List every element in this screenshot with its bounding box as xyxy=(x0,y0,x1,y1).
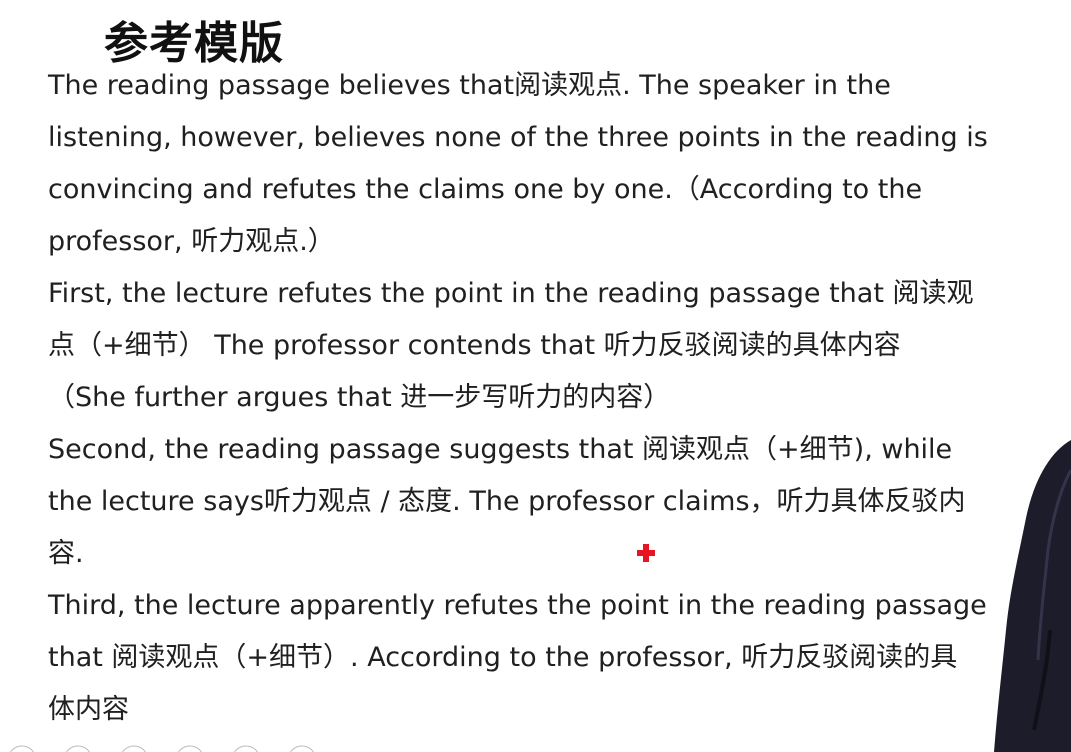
body-line: 点（+细节） The professor contends that 听力反驳阅… xyxy=(48,330,901,361)
bottom-decoration xyxy=(9,745,315,752)
body-line: First, the lecture refutes the point in … xyxy=(48,278,974,309)
slide: 参考模版 The reading passage believes that阅读… xyxy=(0,0,1071,752)
laser-pointer-icon xyxy=(637,544,655,562)
body-line: Third, the lecture apparently refutes th… xyxy=(48,590,987,621)
body-line: convincing and refutes the claims one by… xyxy=(48,174,923,205)
body-line: professor, 听力观点.） xyxy=(48,226,335,257)
body-line: 体内容 xyxy=(48,694,129,725)
slide-body: The reading passage believes that阅读观点. T… xyxy=(48,60,1008,736)
body-line: 容. xyxy=(48,538,84,569)
body-line: （She further argues that 进一步写听力的内容） xyxy=(48,382,671,413)
body-line: Second, the reading passage suggests tha… xyxy=(48,434,953,465)
presenter-figure xyxy=(994,440,1071,752)
body-line: listening, however, believes none of the… xyxy=(48,122,988,153)
body-line: that 阅读观点（+细节）. According to the profess… xyxy=(48,642,958,673)
body-line: The reading passage believes that阅读观点. T… xyxy=(48,70,891,101)
body-line: the lecture says听力观点 / 态度. The professor… xyxy=(48,486,966,517)
